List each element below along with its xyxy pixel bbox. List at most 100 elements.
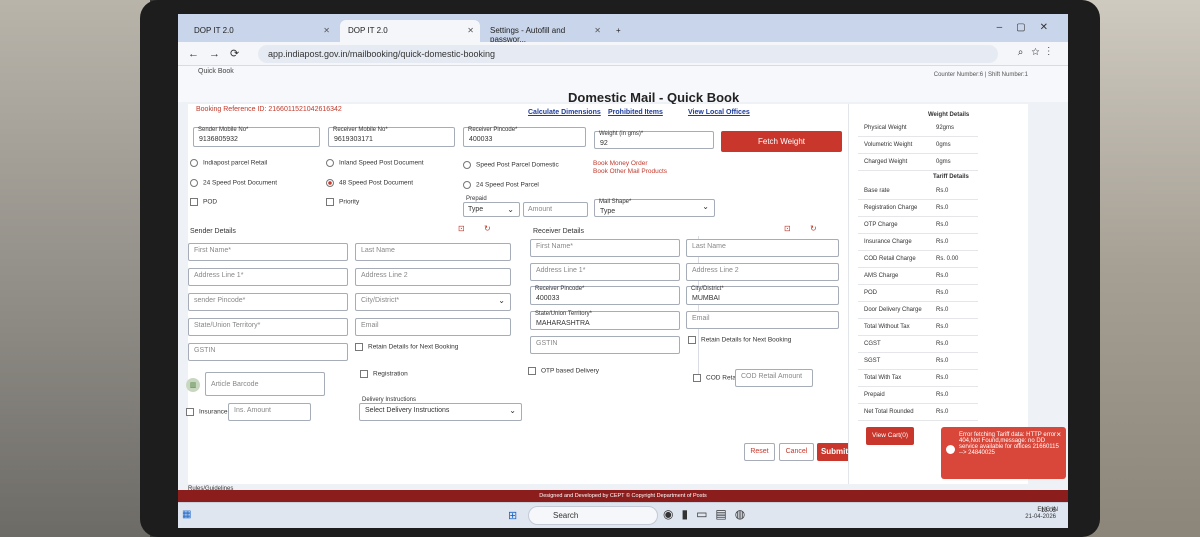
book-money-order-link[interactable]: Book Money Order [593,160,648,167]
radio-speed-post-parcel-domestic[interactable]: Speed Post Parcel Domestic [463,161,559,169]
checkbox-priority[interactable]: Priority [326,198,359,206]
receiver-last-name-input[interactable]: Last Name [686,239,839,257]
field-label: Sender Mobile No* [198,127,249,133]
cod-retail-checkbox[interactable]: COD Retail [693,374,739,382]
input-placeholder: sender Pincode* [194,297,246,304]
receiver-retain-checkbox[interactable]: Retain Details for Next Booking [688,336,791,344]
error-toast: × Error fetching Tariff data: HTTP error… [941,427,1066,479]
field-label: Mail Shape* [599,199,632,205]
weight-detail-row: Volumetric Weight 0gms [858,137,978,154]
radio-label: 24 Speed Post Document [203,179,278,187]
delivery-instructions-select[interactable]: Select Delivery Instructions [359,403,522,421]
sender-last-name-input[interactable]: Last Name [355,243,511,261]
sender-email-input[interactable]: Email [355,318,511,336]
prohibited-items-link[interactable]: Prohibited Items [608,109,663,116]
mail-shape-select[interactable]: Mail Shape* Type [594,199,715,217]
sender-state-select[interactable]: State/Union Territory* [188,318,348,336]
reset-button[interactable]: Reset [744,443,775,461]
sender-mobile-field[interactable]: Sender Mobile No* 9136805932 [193,127,320,147]
insurance-amount-input[interactable]: Ins. Amount [228,403,311,421]
close-icon[interactable]: × [1056,430,1061,439]
radio-24-speed-post-document[interactable]: 24 Speed Post Document [190,179,277,187]
close-icon[interactable]: ✕ [594,26,601,35]
sender-address-line-2-input[interactable]: Address Line 2 [355,268,511,286]
sender-pincode-input[interactable]: sender Pincode* [188,293,348,311]
receiver-gstin-input[interactable]: GSTIN [530,336,680,354]
close-icon[interactable]: ✕ [323,26,330,35]
windows-start-icon[interactable]: ⊞ [508,509,517,522]
fetch-weight-button[interactable]: Fetch Weight [721,131,842,152]
breadcrumb[interactable]: Quick Book [198,68,234,75]
refresh-icon[interactable]: ↻ [484,224,491,233]
radio-inland-speed-post-document[interactable]: Inland Speed Post Document [326,159,424,167]
book-other-mail-products-link[interactable]: Book Other Mail Products [593,168,667,175]
receiver-pincode-input[interactable]: Receiver Pincode* 400033 [530,286,680,305]
tariff-detail-row: POD Rs.0 [858,285,978,302]
input-placeholder: Article Barcode [211,381,259,388]
sender-retain-checkbox[interactable]: Retain Details for Next Booking [355,343,458,351]
row-value: Rs.0 [936,290,949,296]
browser-actions-icon[interactable]: ⌕☆⋮ [1018,47,1058,58]
sender-first-name-input[interactable]: First Name* [188,243,348,261]
taskbar-search[interactable]: Search [528,506,658,525]
receiver-state-select[interactable]: State/Union Territory* MAHARASHTRA [530,311,680,330]
receiver-email-input[interactable]: Email [686,311,839,329]
radio-label: Inland Speed Post Document [339,159,424,167]
row-label: Volumetric Weight [864,142,913,148]
checkbox-icon [355,343,363,351]
select-value: Type [468,206,484,213]
field-label: Weight (in gms)* [599,131,644,137]
receiver-mobile-field[interactable]: Receiver Mobile No* 9619303171 [328,127,455,147]
clock[interactable]: 13:05 21-04-2026 [1025,508,1056,520]
tariff-detail-row: Prepaid Rs.0 [858,387,978,404]
address-book-icon[interactable]: ⊡ [784,224,791,233]
tab-settings[interactable]: Settings - Autofill and passwor... ✕ [482,20,607,44]
cod-retail-amount-input[interactable]: COD Retail Amount [735,369,813,387]
insurance-checkbox[interactable]: Insurance [186,408,228,416]
booking-reference: Booking Reference ID: 216601152104261634… [196,106,342,113]
checkbox-icon [528,367,536,375]
sender-address-line-1-input[interactable]: Address Line 1* [188,268,348,286]
weight-field[interactable]: Weight (in gms)* 92 [594,131,714,149]
barcode-scan-icon[interactable]: ▥ [186,378,200,392]
window-controls[interactable]: –▢✕ [997,22,1062,33]
row-value: Rs.0 [936,392,949,398]
field-value: 400033 [536,295,560,302]
receiver-address-line-2-input[interactable]: Address Line 2 [686,263,839,281]
sender-city-select[interactable]: City/District* [355,293,511,311]
receiver-city-select[interactable]: City/District* MUMBAI [686,286,839,305]
widgets-icon[interactable]: ▦ [182,509,191,520]
otp-delivery-checkbox[interactable]: OTP based Delivery [528,367,599,375]
receiver-first-name-input[interactable]: First Name* [530,239,680,257]
radio-24-speed-post-parcel[interactable]: 24 Speed Post Parcel [463,181,539,189]
submit-button[interactable]: Submit [817,443,852,461]
address-book-icon[interactable]: ⊡ [458,224,465,233]
radio-indiapost-parcel-retail[interactable]: Indiapost parcel Retail [190,159,267,167]
nav-buttons-icon[interactable]: ←→⟳ [188,47,249,60]
prepaid-amount-input[interactable]: Amount [523,202,588,217]
pinned-apps-icon[interactable]: ◉▮▭▤◍ [663,507,753,521]
screen: DOP IT 2.0 ✕ DOP IT 2.0 ✕ Settings - Autof… [178,14,1068,528]
checkbox-label: Priority [339,198,360,206]
registration-checkbox[interactable]: Registration [360,370,408,378]
view-local-offices-link[interactable]: View Local Offices [688,109,750,116]
prepaid-type-select[interactable]: Type [463,202,520,217]
sender-gstin-input[interactable]: GSTIN [188,343,348,361]
row-value: Rs.0 [936,358,949,364]
article-barcode-input[interactable]: Article Barcode [205,372,325,396]
tab-dop-it-1[interactable]: DOP IT 2.0 ✕ [186,20,336,42]
input-placeholder: Email [361,322,379,329]
new-tab-button[interactable]: + [608,20,628,42]
close-icon[interactable]: ✕ [467,26,474,35]
checkbox-icon [360,370,368,378]
refresh-icon[interactable]: ↻ [810,224,817,233]
cancel-button[interactable]: Cancel [779,443,814,461]
calculate-dimensions-link[interactable]: Calculate Dimensions [528,109,601,116]
receiver-address-line-1-input[interactable]: Address Line 1* [530,263,680,281]
radio-48-speed-post-document[interactable]: 48 Speed Post Document [326,179,413,187]
checkbox-pod[interactable]: POD [190,198,217,206]
tab-dop-it-2[interactable]: DOP IT 2.0 ✕ [340,20,480,42]
view-cart-button[interactable]: View Cart(0) [866,427,914,445]
receiver-pincode-field[interactable]: Receiver Pincode* 400033 [463,127,586,147]
url-input[interactable]: app.indiapost.gov.in/mailbooking/quick-d… [258,45,998,63]
